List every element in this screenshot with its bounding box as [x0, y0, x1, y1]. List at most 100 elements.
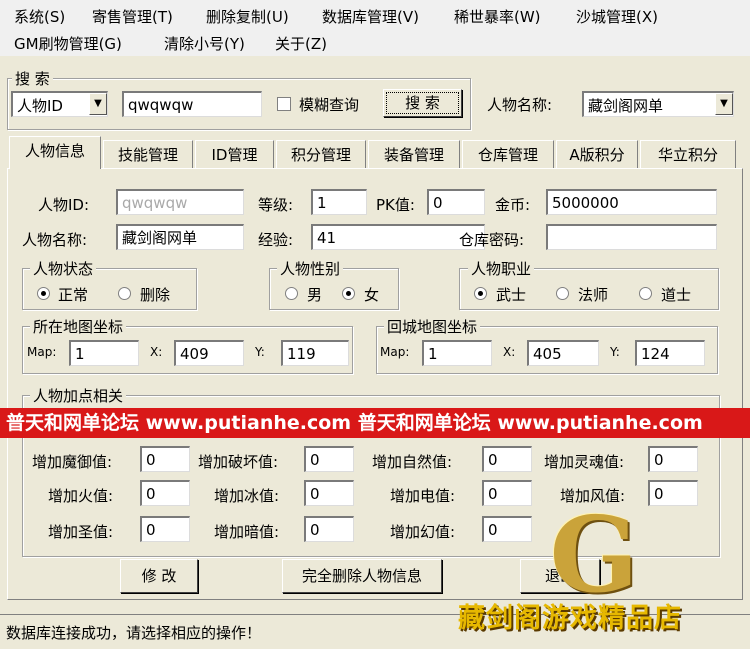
warehouse-pw-field[interactable]	[546, 224, 717, 250]
points-field-nature[interactable]: 0	[482, 446, 532, 472]
points-field-electric[interactable]: 0	[482, 480, 532, 506]
menu-clear-alts[interactable]: 清除小号(Y)	[164, 33, 245, 54]
tab-id[interactable]: ID管理	[195, 140, 274, 168]
menu-bar: 系统(S) 寄售管理(T) 删除复制(U) 数据库管理(V) 稀世暴率(W) 沙…	[0, 0, 750, 56]
points-label-dark: 增加暗值:	[214, 523, 280, 541]
banner-text: 普天和网单论坛 www.putianhe.com 普天和网单论坛 www.put…	[6, 412, 703, 434]
gender-female-radio[interactable]	[342, 287, 355, 300]
points-label-nature: 增加自然值:	[372, 453, 453, 471]
points-field-holy[interactable]: 0	[140, 516, 190, 542]
status-text: 数据库连接成功，请选择相应的操作！	[6, 624, 262, 642]
level-field[interactable]: 1	[311, 189, 367, 215]
points-field-soul[interactable]: 0	[648, 446, 698, 472]
menu-database[interactable]: 数据库管理(V)	[322, 6, 419, 27]
fuzzy-search-label: 模糊查询	[299, 96, 360, 114]
shop-logo-icon: G	[549, 493, 639, 616]
map-label: Map:	[27, 345, 57, 359]
warehouse-pw-label: 仓库密码:	[459, 231, 525, 249]
tab-warehouse[interactable]: 仓库管理	[462, 140, 554, 168]
map-x-label: X:	[150, 345, 163, 359]
search-type-value: 人物ID	[17, 97, 63, 115]
job-mage-radio[interactable]	[556, 287, 569, 300]
menu-system[interactable]: 系统(S)	[14, 6, 65, 27]
points-field-illusion[interactable]: 0	[482, 516, 532, 542]
delete-all-button[interactable]: 完全删除人物信息	[282, 559, 442, 593]
points-group-title: 人物加点相关	[30, 385, 127, 406]
watermark-banner: 普天和网单论坛 www.putianhe.com 普天和网单论坛 www.put…	[0, 408, 750, 438]
job-taoist-radio[interactable]	[639, 287, 652, 300]
status-deleted-label: 删除	[140, 286, 171, 304]
char-status-title: 人物状态	[30, 258, 97, 279]
pk-label: PK值:	[376, 196, 415, 214]
points-label-holy: 增加圣值:	[48, 523, 114, 541]
tab-a-points[interactable]: A版积分	[556, 140, 638, 168]
job-taoist-label: 道士	[661, 286, 692, 304]
return-map-label: Map:	[380, 345, 410, 359]
status-normal-radio[interactable]	[37, 287, 50, 300]
job-warrior-label: 武士	[496, 286, 527, 304]
points-label-fire: 增加火值:	[48, 487, 114, 505]
gold-field[interactable]: 5000000	[546, 189, 717, 215]
map-y-label: Y:	[255, 345, 265, 359]
points-field-fire[interactable]: 0	[140, 480, 190, 506]
return-x-field[interactable]: 405	[527, 340, 599, 366]
map-field[interactable]: 1	[69, 340, 139, 366]
points-label-soul: 增加灵魂值:	[544, 453, 625, 471]
char-job-title: 人物职业	[468, 258, 535, 279]
return-coords-title: 回城地图坐标	[384, 316, 481, 337]
char-name-select[interactable]: 藏剑阁网单 ▼	[582, 91, 734, 117]
menu-delete-copy[interactable]: 删除复制(U)	[206, 6, 289, 27]
points-label-magic-def: 增加魔御值:	[32, 453, 113, 471]
pk-field[interactable]: 0	[427, 189, 485, 215]
job-warrior-radio[interactable]	[474, 287, 487, 300]
char-name-info-label: 人物名称:	[22, 231, 88, 249]
points-label-electric: 增加电值:	[390, 487, 456, 505]
chevron-down-icon[interactable]: ▼	[715, 93, 733, 115]
tab-huali-points[interactable]: 华立积分	[640, 140, 736, 168]
chevron-down-icon[interactable]: ▼	[89, 93, 107, 115]
gender-male-radio[interactable]	[285, 287, 298, 300]
tab-points[interactable]: 积分管理	[276, 140, 366, 168]
job-mage-label: 法师	[578, 286, 609, 304]
search-type-select[interactable]: 人物ID ▼	[11, 91, 108, 117]
search-input[interactable]: qwqwqw	[122, 91, 262, 117]
tab-skills[interactable]: 技能管理	[103, 140, 193, 168]
tab-equipment[interactable]: 装备管理	[368, 140, 460, 168]
points-label-destroy: 增加破坏值:	[198, 453, 279, 471]
return-x-label: X:	[503, 345, 516, 359]
char-name-field[interactable]: 藏剑阁网单	[116, 224, 244, 250]
gold-label: 金币:	[495, 196, 531, 214]
level-label: 等级:	[258, 196, 294, 214]
gender-female-label: 女	[364, 286, 380, 304]
menu-about[interactable]: 关于(Z)	[275, 33, 327, 54]
map-y-field[interactable]: 119	[281, 340, 349, 366]
points-label-ice: 增加冰值:	[214, 487, 280, 505]
fuzzy-search-checkbox[interactable]	[277, 97, 291, 111]
modify-button[interactable]: 修 改	[120, 559, 198, 593]
map-coords-title: 所在地图坐标	[30, 316, 127, 337]
map-x-field[interactable]: 409	[174, 340, 244, 366]
menu-castle[interactable]: 沙城管理(X)	[576, 6, 658, 27]
return-y-field[interactable]: 124	[635, 340, 705, 366]
points-field-ice[interactable]: 0	[304, 480, 354, 506]
return-map-field[interactable]: 1	[422, 340, 492, 366]
return-y-label: Y:	[610, 345, 620, 359]
tab-char-info[interactable]: 人物信息	[9, 136, 101, 169]
exp-label: 经验:	[258, 231, 294, 249]
points-field-dark[interactable]: 0	[304, 516, 354, 542]
points-field-wind[interactable]: 0	[648, 480, 698, 506]
status-deleted-radio[interactable]	[118, 287, 131, 300]
points-field-magic-def[interactable]: 0	[140, 446, 190, 472]
search-button[interactable]: 搜 索	[383, 89, 462, 117]
char-name-label: 人物名称:	[487, 96, 553, 114]
status-normal-label: 正常	[58, 286, 89, 304]
search-group-title: 搜 索	[12, 68, 53, 89]
points-field-destroy[interactable]: 0	[304, 446, 354, 472]
shop-logo-text: 藏剑阁游戏精品店	[458, 603, 682, 634]
char-id-label: 人物ID:	[38, 196, 90, 214]
menu-rare-drop[interactable]: 稀世暴率(W)	[454, 6, 541, 27]
gender-male-label: 男	[307, 286, 323, 304]
char-id-field: qwqwqw	[116, 189, 244, 215]
menu-consignment[interactable]: 寄售管理(T)	[92, 6, 173, 27]
menu-gm-items[interactable]: GM刷物管理(G)	[14, 33, 122, 54]
